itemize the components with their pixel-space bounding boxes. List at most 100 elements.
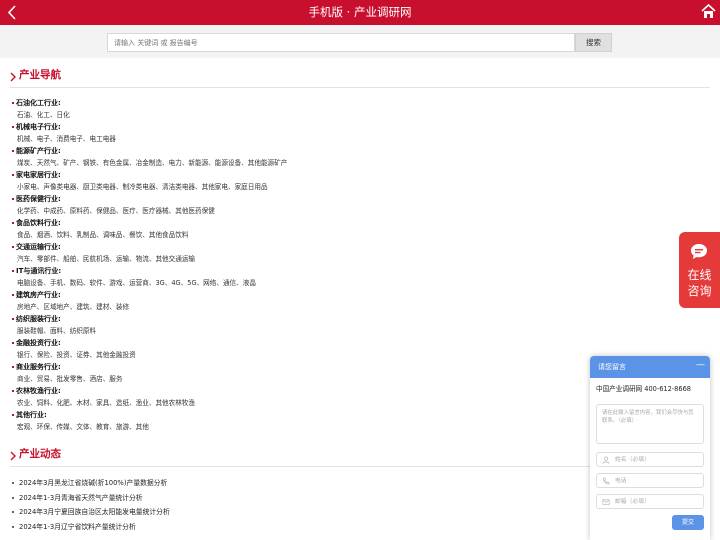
category-name[interactable]: 建筑房产行业: [16, 290, 61, 300]
section-title: 产业动态 [19, 448, 61, 460]
bullet-dot [12, 150, 14, 152]
news-link[interactable]: 2024年1-3月辽宁省饮料产量统计分析 [19, 522, 136, 532]
category-name[interactable]: IT与通讯行业: [16, 266, 61, 276]
name-placeholder: 姓名（必填） [615, 457, 650, 463]
industry-category: 食品饮料行业: 食品、烟酒、饮料、乳制品、调味品、餐饮、其他食品饮料 [12, 218, 612, 242]
company-phone: 中国产业调研网 400-612-8668 [596, 385, 691, 393]
bullet-dot [12, 414, 14, 416]
industry-category: 机械电子行业: 机械、电子、消费电子、电工电器 [12, 122, 612, 146]
bullet-dot [12, 102, 14, 104]
category-name[interactable]: 食品饮料行业: [16, 218, 61, 228]
category-subs[interactable]: 机械、电子、消费电子、电工电器 [17, 134, 116, 144]
category-name[interactable]: 其他行业: [16, 410, 47, 420]
industry-category: 纺织服装行业: 服装鞋帽、面料、纺织原料 [12, 314, 612, 338]
bullet-dot [12, 390, 14, 392]
category-name[interactable]: 石油化工行业: [16, 98, 61, 108]
phone-icon [603, 477, 610, 485]
submit-button[interactable]: 提交 [672, 515, 704, 530]
search-input[interactable] [107, 33, 575, 52]
bullet-dot [12, 366, 14, 368]
news-item: 2024年3月宁夏回族自治区太阳能发电量统计分析 [12, 507, 572, 522]
industry-category: 商业服务行业: 商业、贸易、批发零售、酒店、服务 [12, 362, 612, 386]
page-title: 手机版 · 产业调研网 [308, 5, 412, 19]
bullet-dot [12, 174, 14, 176]
industry-category: 其他行业: 宏观、环保、传媒、文体、教育、旅游、其他 [12, 410, 612, 434]
bullet-dot [12, 198, 14, 200]
category-subs[interactable]: 电脑设备、手机、数码、软件、游戏、运营商、3G、4G、5G、网络、通信、液晶 [17, 278, 256, 288]
industry-category: 能源矿产行业: 煤炭、天然气、矿产、钢铁、有色金属、冶金制造、电力、新能源、能源设… [12, 146, 612, 170]
category-name[interactable]: 能源矿产行业: [16, 146, 61, 156]
message-dialog: 请您留言 — 中国产业调研网 400-612-8668 请在此输入留言内容，我们… [590, 356, 710, 540]
industry-category: 医药保健行业: 化学药、中成药、原料药、保健品、医疗、医疗器械、其他医药保健 [12, 194, 612, 218]
bullet-dot [12, 318, 14, 320]
bullet-dot [12, 342, 14, 344]
consult-label-line2: 咨询 [687, 284, 712, 298]
category-subs[interactable]: 农业、饲料、化肥、木材、家具、造纸、渔业、其他农林牧渔 [17, 398, 195, 408]
message-dialog-header: 请您留言 — [590, 356, 710, 378]
category-name[interactable]: 纺织服装行业: [16, 314, 61, 324]
category-name[interactable]: 商业服务行业: [16, 362, 61, 372]
category-name[interactable]: 金融投资行业: [16, 338, 61, 348]
news-link[interactable]: 2024年3月宁夏回族自治区太阳能发电量统计分析 [19, 507, 170, 517]
industry-category: 农林牧渔行业: 农业、饲料、化肥、木材、家具、造纸、渔业、其他农林牧渔 [12, 386, 612, 410]
email-field[interactable]: 邮箱（必填） [596, 494, 704, 509]
bullet-dot [12, 482, 14, 484]
industry-nav-heading: 产业导航 [10, 66, 710, 88]
industry-category: 石油化工行业: 石油、化工、日化 [12, 98, 612, 122]
category-subs[interactable]: 房地产、区域地产、建筑、建材、装修 [17, 302, 129, 312]
industry-category: 金融投资行业: 银行、保险、投资、证券、其他金融投资 [12, 338, 612, 362]
search-bar: 搜索 [0, 25, 720, 58]
bullet-dot [12, 126, 14, 128]
chat-bubble-icon [691, 244, 707, 259]
chevron-right-icon [10, 72, 16, 82]
category-subs[interactable]: 商业、贸易、批发零售、酒店、服务 [17, 374, 123, 384]
category-subs[interactable]: 食品、烟酒、饮料、乳制品、调味品、餐饮、其他食品饮料 [17, 230, 188, 240]
news-item: 2024年1-3月青海省天然气产量统计分析 [12, 493, 572, 508]
bullet-dot [12, 246, 14, 248]
news-item: 2024年1-3月辽宁省饮料产量统计分析 [12, 522, 572, 537]
consult-label-line1: 在线 [687, 268, 712, 282]
news-link[interactable]: 2024年1-3月青海省天然气产量统计分析 [19, 493, 143, 503]
user-icon [602, 456, 610, 464]
category-name[interactable]: 交通运输行业: [16, 242, 61, 252]
news-item: 2024年3月黑龙江省烧碱(折100%)产量数据分析 [12, 478, 572, 493]
phone-placeholder: 电话 [615, 478, 627, 484]
category-subs[interactable]: 化学药、中成药、原料药、保健品、医疗、医疗器械、其他医药保健 [17, 206, 215, 216]
message-dialog-title: 请您留言 [598, 363, 626, 371]
chevron-right-icon [10, 451, 16, 461]
industry-category: 交通运输行业: 汽车、零部件、船舶、民航机场、运输、物流、其他交通运输 [12, 242, 612, 266]
category-name[interactable]: 机械电子行业: [16, 122, 61, 132]
category-subs[interactable]: 宏观、环保、传媒、文体、教育、旅游、其他 [17, 422, 149, 432]
minimize-button[interactable]: — [696, 360, 705, 370]
email-icon [602, 499, 610, 505]
message-textarea[interactable]: 请在此输入留言内容，我们会尽快与您联系。（必填） [596, 404, 704, 444]
top-bar: 手机版 · 产业调研网 [0, 0, 720, 25]
category-subs[interactable]: 汽车、零部件、船舶、民航机场、运输、物流、其他交通运输 [17, 254, 195, 264]
category-name[interactable]: 家电家居行业: [16, 170, 61, 180]
industry-category: IT与通讯行业: 电脑设备、手机、数码、软件、游戏、运营商、3G、4G、5G、网络… [12, 266, 612, 290]
name-field[interactable]: 姓名（必填） [596, 452, 704, 467]
phone-field[interactable]: 电话 [596, 473, 704, 488]
bullet-dot [12, 222, 14, 224]
online-consult-button[interactable]: 在线 咨询 [679, 232, 720, 308]
news-link[interactable]: 2024年3月黑龙江省烧碱(折100%)产量数据分析 [19, 478, 167, 488]
industry-category: 建筑房产行业: 房地产、区域地产、建筑、建材、装修 [12, 290, 612, 314]
section-title: 产业导航 [19, 69, 61, 81]
category-name[interactable]: 医药保健行业: [16, 194, 61, 204]
industry-category: 家电家居行业: 小家电、声像类电器、厨卫类电器、制冷类电器、清洁类电器、其他家电、… [12, 170, 612, 194]
industry-news-list: 2024年3月黑龙江省烧碱(折100%)产量数据分析 2024年1-3月青海省天然… [12, 478, 572, 536]
bullet-dot [12, 511, 14, 514]
category-subs[interactable]: 煤炭、天然气、矿产、钢铁、有色金属、冶金制造、电力、新能源、能源设备、其他能源矿… [17, 158, 287, 168]
bullet-dot [12, 525, 14, 528]
category-subs[interactable]: 服装鞋帽、面料、纺织原料 [17, 326, 96, 336]
search-button[interactable]: 搜索 [575, 33, 612, 52]
category-subs[interactable]: 小家电、声像类电器、厨卫类电器、制冷类电器、清洁类电器、其他家电、家庭日用品 [17, 182, 268, 192]
home-icon[interactable] [701, 3, 716, 20]
industry-nav-list: 石油化工行业: 石油、化工、日化 机械电子行业: 机械、电子、消费电子、电工电器 能源矿… [12, 98, 612, 434]
bullet-dot [12, 270, 14, 272]
category-name[interactable]: 农林牧渔行业: [16, 386, 61, 396]
category-subs[interactable]: 银行、保险、投资、证券、其他金融投资 [17, 350, 136, 360]
email-placeholder: 邮箱（必填） [615, 499, 650, 505]
bullet-dot [12, 294, 14, 296]
category-subs[interactable]: 石油、化工、日化 [17, 110, 70, 120]
